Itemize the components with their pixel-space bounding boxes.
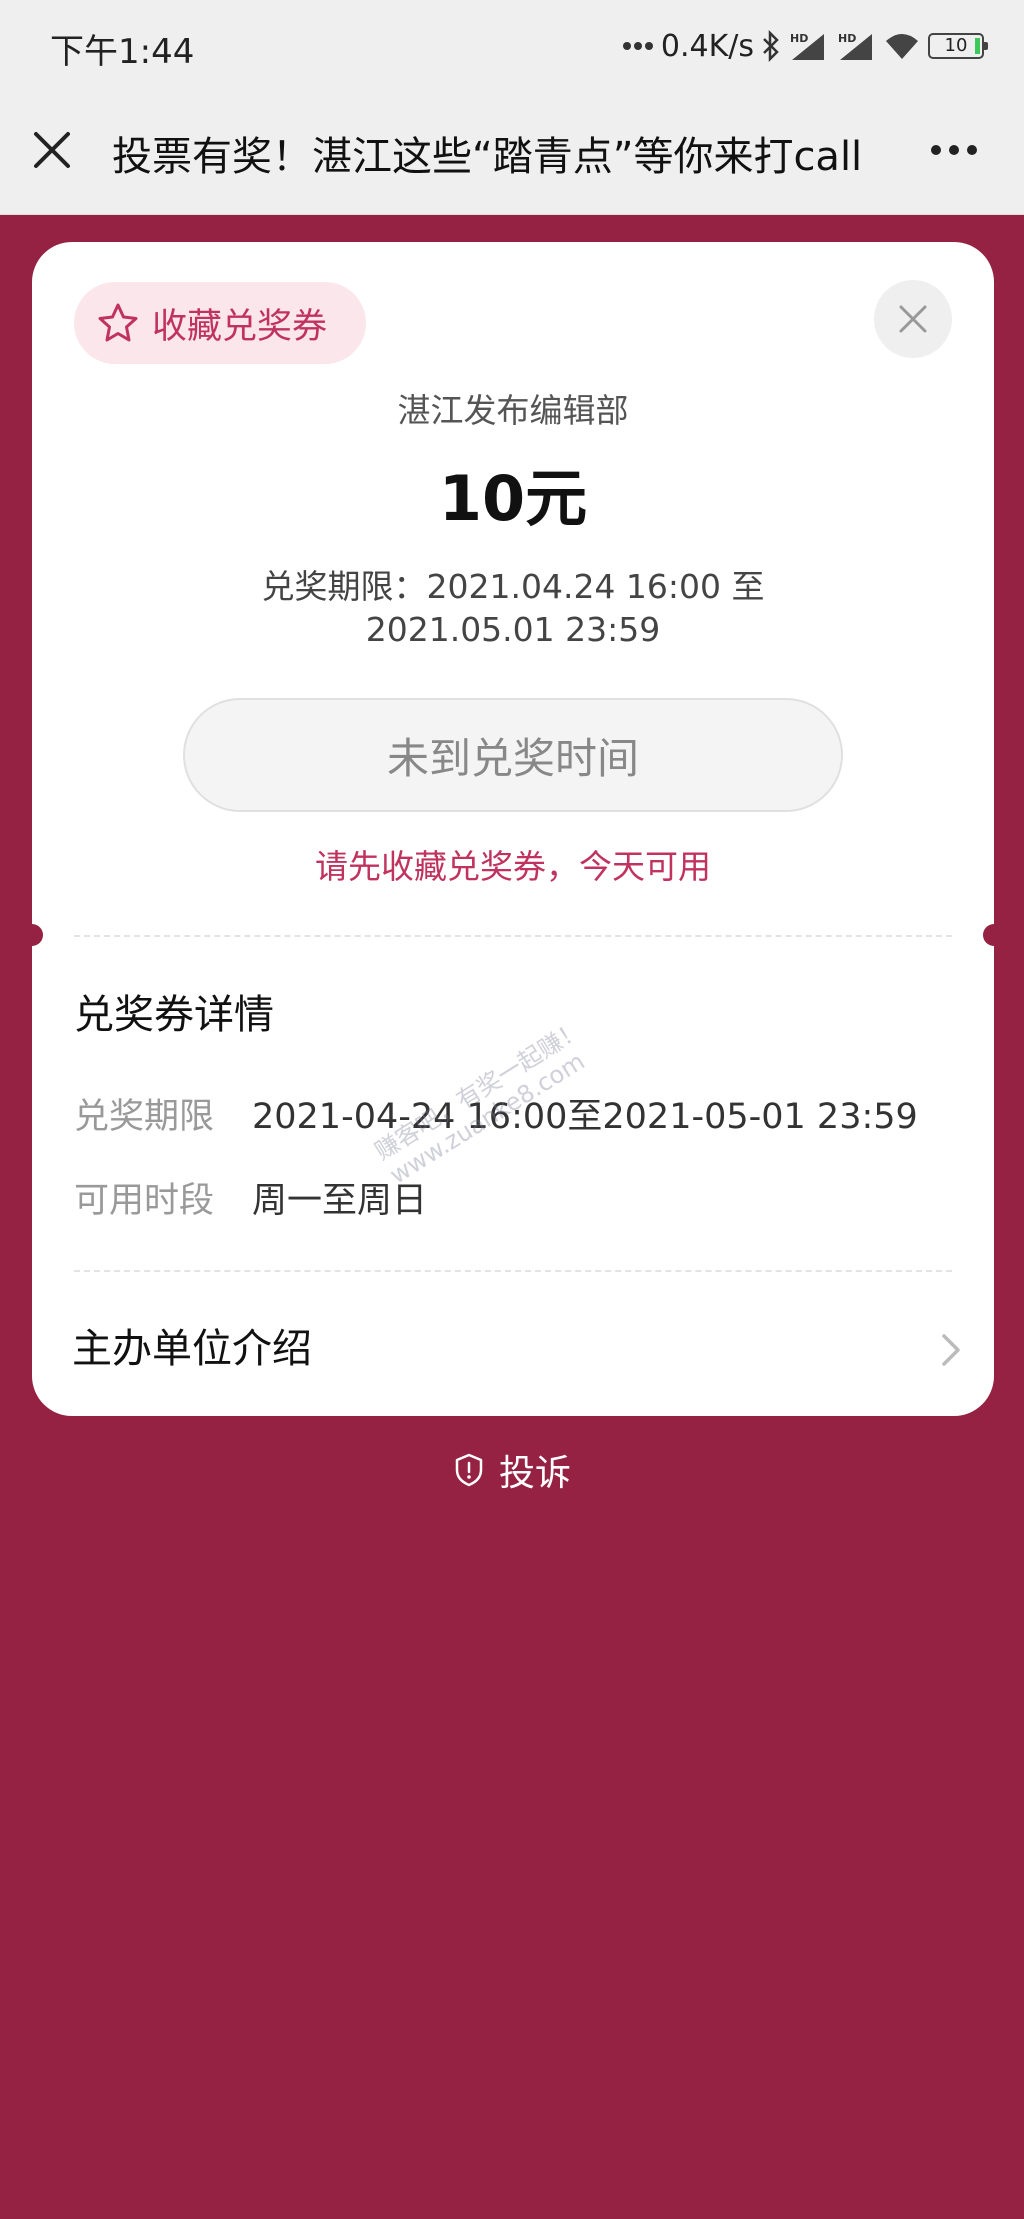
ticket-notch-right bbox=[983, 924, 1005, 946]
ticket-divider bbox=[74, 935, 952, 937]
status-bar: 下午1:44 0.4K/s HD HD 10 bbox=[0, 0, 1024, 92]
ticket-notch-left bbox=[21, 924, 43, 946]
bluetooth-icon bbox=[763, 30, 779, 62]
favorite-label: 收藏兑奖券 bbox=[152, 306, 328, 347]
wifi-icon bbox=[886, 34, 918, 59]
nav-bar: 投票有奖！湛江这些“踏青点”等你来打call bbox=[0, 92, 1024, 215]
battery-level: 10 bbox=[944, 35, 968, 56]
chevron-right-icon bbox=[942, 1334, 960, 1366]
period-value: 2021-04-24 16:00至2021-05-01 23:59 bbox=[252, 1097, 918, 1137]
complaint-label: 投诉 bbox=[498, 1453, 571, 1494]
signal-hd-icon: HD bbox=[838, 32, 872, 60]
organizer-intro-row[interactable]: 主办单位介绍 bbox=[32, 1304, 994, 1416]
dots-icon bbox=[622, 42, 653, 50]
signal-hd-icon: HD bbox=[790, 32, 824, 60]
organizer-label: 主办单位介绍 bbox=[72, 1326, 312, 1372]
close-icon bbox=[899, 305, 927, 333]
shield-icon bbox=[455, 1453, 483, 1487]
section-divider bbox=[74, 1270, 952, 1272]
complaint-link[interactable]: 投诉 bbox=[0, 1444, 1024, 1496]
coupon-period-line2: 2021.05.01 23:59 bbox=[365, 610, 661, 649]
svg-text:HD: HD bbox=[838, 32, 856, 45]
battery-icon: 10 bbox=[928, 33, 988, 59]
redeem-button[interactable]: 未到兑奖时间 bbox=[183, 698, 843, 812]
coupon-period-line1: 兑奖期限：2021.04.24 16:00 至 bbox=[261, 567, 765, 606]
close-button[interactable] bbox=[874, 280, 952, 358]
hours-label: 可用时段 bbox=[74, 1181, 215, 1221]
star-icon bbox=[98, 303, 138, 342]
more-icon[interactable] bbox=[928, 132, 980, 168]
details-title: 兑奖券详情 bbox=[74, 992, 274, 1038]
status-icons: 0.4K/s HD HD 10 bbox=[622, 26, 988, 66]
coupon-amount: 10元 bbox=[438, 462, 588, 535]
close-icon[interactable] bbox=[28, 126, 76, 174]
detail-row-hours: 可用时段 周一至周日 bbox=[74, 1172, 427, 1223]
favorite-coupon-button[interactable]: 收藏兑奖券 bbox=[74, 282, 366, 364]
period-label: 兑奖期限 bbox=[74, 1097, 215, 1137]
issuer-name: 湛江发布编辑部 bbox=[397, 391, 629, 430]
page-title: 投票有奖！湛江这些“踏青点”等你来打call bbox=[112, 134, 863, 180]
status-time: 下午1:44 bbox=[50, 32, 195, 72]
coupon-card: 收藏兑奖券 湛江发布编辑部 10元 兑奖期限：2021.04.24 16:00 … bbox=[21, 242, 1005, 1416]
favorite-hint: 请先收藏兑奖券，今天可用 bbox=[315, 847, 711, 886]
network-speed: 0.4K/s bbox=[660, 28, 754, 64]
svg-text:HD: HD bbox=[790, 32, 808, 45]
